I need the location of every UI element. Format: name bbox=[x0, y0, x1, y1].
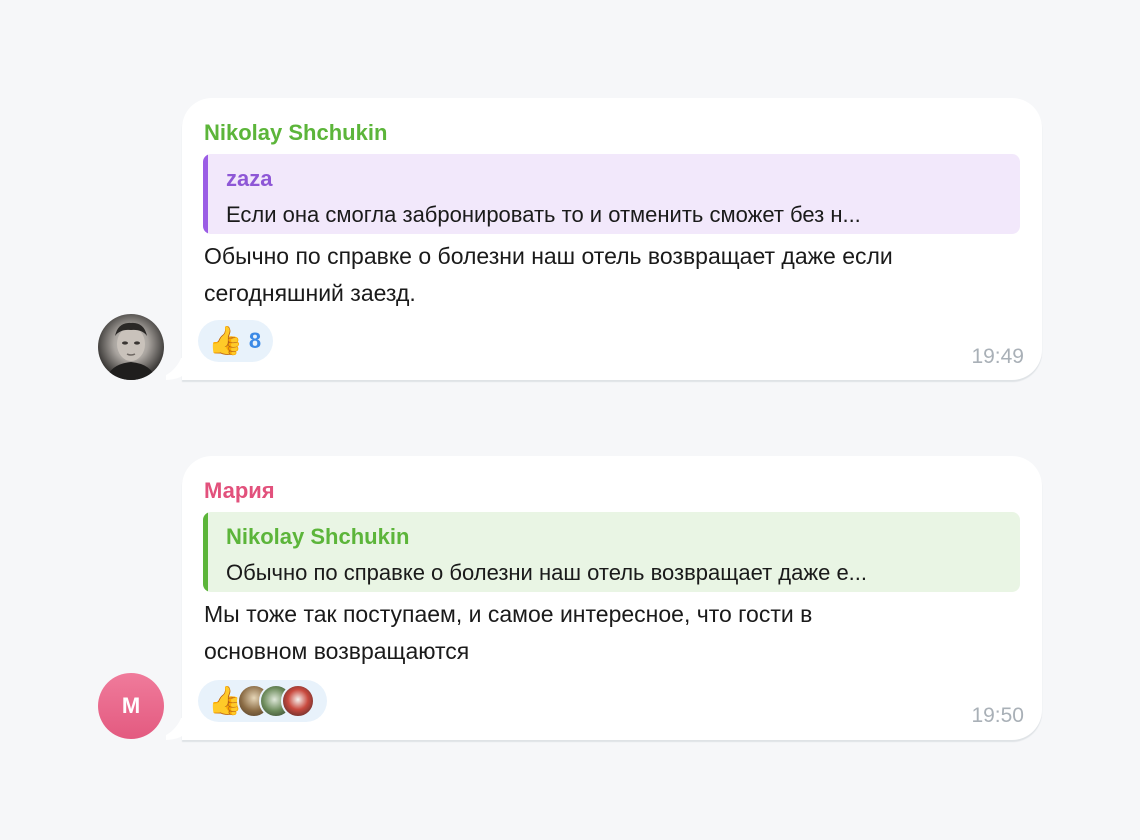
message-bubble[interactable]: Мария Nikolay Shchukin Обычно по справке… bbox=[182, 456, 1042, 740]
reply-author: Nikolay Shchukin bbox=[226, 524, 410, 549]
sender-name[interactable]: Мария bbox=[204, 478, 275, 504]
sender-name[interactable]: Nikolay Shchukin bbox=[204, 120, 387, 146]
message-text-line: основном возвращаются bbox=[204, 638, 470, 664]
reply-bar bbox=[203, 154, 208, 234]
reaction-badge[interactable]: 👍 8 bbox=[198, 320, 274, 362]
message-text: Обычно по справке о болезни наш отель во… bbox=[204, 238, 1024, 312]
message-text-line: Мы тоже так поступаем, и самое интересно… bbox=[204, 601, 813, 627]
reactor-avatar bbox=[280, 684, 315, 718]
reaction-count: 8 bbox=[248, 328, 262, 353]
message-text-line: сегодняшний заезд. bbox=[204, 280, 416, 306]
reply-text: Если она смогла забронировать то и отмен… bbox=[226, 202, 861, 227]
thumbs-up-icon: 👍 bbox=[208, 325, 243, 356]
message-text: Мы тоже так поступаем, и самое интересно… bbox=[204, 596, 1024, 670]
reply-quote[interactable]: Nikolay Shchukin Обычно по справке о бол… bbox=[203, 512, 1020, 592]
message-time: 19:50 bbox=[971, 704, 1024, 727]
bubble-tail bbox=[166, 718, 184, 740]
reply-text: Обычно по справке о болезни наш отель во… bbox=[226, 560, 868, 585]
message-text-line: Обычно по справке о болезни наш отель во… bbox=[204, 243, 893, 269]
avatar[interactable] bbox=[98, 314, 164, 380]
reaction-badge[interactable]: 👍 bbox=[198, 680, 327, 722]
avatar-initial: M bbox=[121, 693, 141, 718]
avatar[interactable]: M bbox=[98, 673, 164, 739]
reply-bar bbox=[203, 512, 208, 592]
person-photo-icon bbox=[106, 322, 156, 380]
bubble-tail bbox=[166, 358, 184, 380]
reply-quote[interactable]: zaza Если она смогла забронировать то и … bbox=[203, 154, 1020, 234]
reply-author: zaza bbox=[226, 166, 273, 191]
message-time: 19:49 bbox=[971, 345, 1024, 368]
message-bubble[interactable]: Nikolay Shchukin zaza Если она смогла за… bbox=[182, 98, 1042, 380]
